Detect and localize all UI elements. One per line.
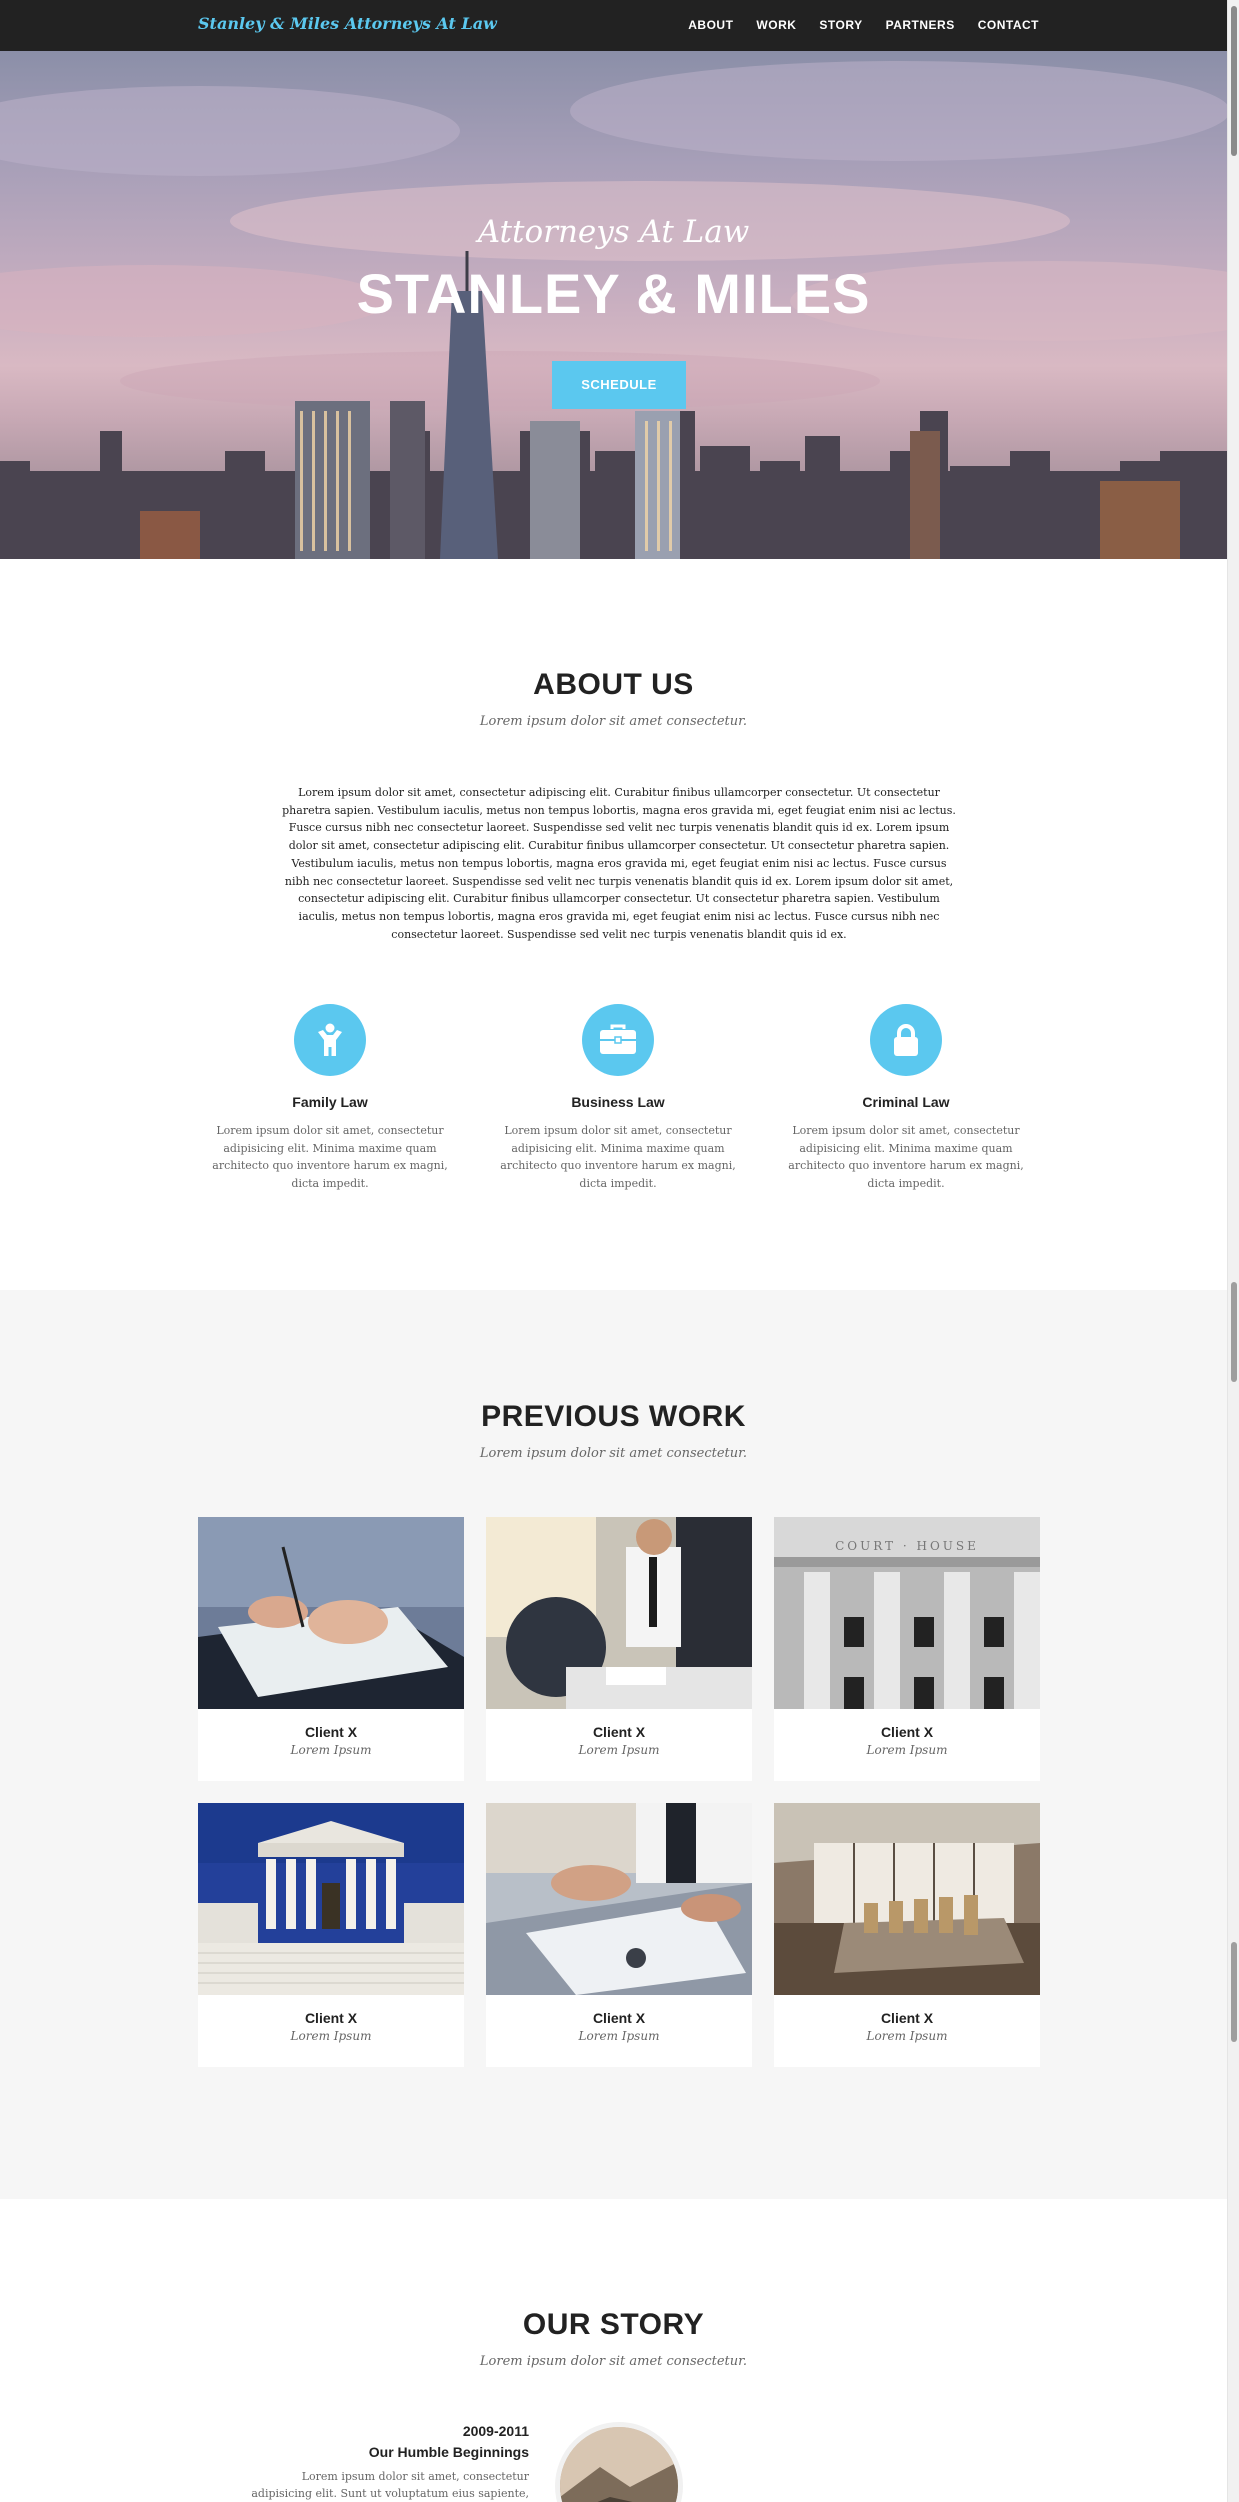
- hero-subtitle: Attorneys At Law: [477, 214, 750, 250]
- writing-hands-image: [486, 1803, 752, 1995]
- businessman-desk-image: [486, 1517, 752, 1709]
- story-subtitle: Lorem ipsum dolor sit amet consectetur.: [479, 2354, 748, 2369]
- service-business-law: Business Law Lorem ipsum dolor sit amet,…: [488, 1004, 748, 1192]
- card-subtitle: Lorem Ipsum: [578, 2029, 660, 2043]
- hero-title: STANLEY & MILES: [356, 262, 871, 325]
- work-card[interactable]: Client X Lorem Ipsum: [486, 1803, 752, 2067]
- scrollbar-thumb[interactable]: [1231, 6, 1237, 156]
- scrollbar-thumb-marker: [1231, 1282, 1237, 1382]
- nav-menu: ABOUT WORK STORY PARTNERS CONTACT: [688, 18, 1039, 32]
- card-subtitle: Lorem Ipsum: [866, 2029, 948, 2043]
- work-title: PREVIOUS WORK: [481, 1400, 746, 1433]
- scrollbar[interactable]: [1227, 0, 1239, 2502]
- card-subtitle: Lorem Ipsum: [866, 1743, 948, 1757]
- story-title: OUR STORY: [522, 2308, 705, 2341]
- work-card[interactable]: Client X Lorem Ipsum: [198, 1803, 464, 2067]
- about-body: Lorem ipsum dolor sit amet, consectetur …: [282, 786, 956, 941]
- card-subtitle: Lorem Ipsum: [290, 2029, 372, 2043]
- supreme-court-image: [198, 1803, 464, 1995]
- card-title: Client X: [880, 2010, 934, 2026]
- card-title: Client X: [304, 2010, 358, 2026]
- work-card[interactable]: COURT · HOUSE Client X Lorem Ipsum: [774, 1517, 1040, 1781]
- service-criminal-law: Criminal Law Lorem ipsum dolor sit amet,…: [776, 1004, 1036, 1192]
- service-text: Lorem ipsum dolor sit amet, consectetur …: [212, 1124, 448, 1190]
- service-family-law: Family Law Lorem ipsum dolor sit amet, c…: [200, 1004, 460, 1192]
- card-title: Client X: [592, 1724, 646, 1740]
- service-text: Lorem ipsum dolor sit amet, consectetur …: [788, 1124, 1024, 1190]
- child-icon: [294, 1004, 366, 1076]
- nav-item-about[interactable]: ABOUT: [688, 18, 733, 32]
- nav-item-contact[interactable]: CONTACT: [978, 18, 1039, 32]
- service-title: Family Law: [292, 1094, 368, 1110]
- service-text: Lorem ipsum dolor sit amet, consectetur …: [500, 1124, 736, 1190]
- service-title: Business Law: [571, 1094, 665, 1110]
- timeline-image: [555, 2422, 683, 2502]
- card-subtitle: Lorem Ipsum: [290, 1743, 372, 1757]
- timeline-year: 2009-2011: [462, 2423, 529, 2439]
- about-title: ABOUT US: [533, 668, 694, 701]
- card-title: Client X: [304, 1724, 358, 1740]
- lock-icon: [870, 1004, 942, 1076]
- card-subtitle: Lorem Ipsum: [578, 1743, 660, 1757]
- nav-item-story[interactable]: STORY: [819, 18, 862, 32]
- work-card[interactable]: Client X Lorem Ipsum: [198, 1517, 464, 1781]
- card-title: Client X: [880, 1724, 934, 1740]
- courthouse-columns-image: COURT · HOUSE: [774, 1517, 1040, 1709]
- hero-section: Attorneys At Law STANLEY & MILES SCHEDUL…: [0, 51, 1227, 559]
- svg-text:COURT · HOUSE: COURT · HOUSE: [835, 1539, 979, 1553]
- work-card[interactable]: Client X Lorem Ipsum: [486, 1517, 752, 1781]
- card-title: Client X: [592, 2010, 646, 2026]
- timeline-heading: Our Humble Beginnings: [368, 2444, 529, 2460]
- service-title: Criminal Law: [862, 1094, 950, 1110]
- timeline-text: Lorem ipsum dolor sit amet, consectetur …: [251, 2470, 529, 2500]
- briefcase-icon: [582, 1004, 654, 1076]
- about-subtitle: Lorem ipsum dolor sit amet consectetur.: [479, 714, 748, 729]
- work-subtitle: Lorem ipsum dolor sit amet consectetur.: [479, 1446, 748, 1461]
- signing-document-image: [198, 1517, 464, 1709]
- schedule-button[interactable]: SCHEDULE: [552, 361, 686, 409]
- work-card[interactable]: Client X Lorem Ipsum: [774, 1803, 1040, 2067]
- nav-item-work[interactable]: WORK: [756, 18, 796, 32]
- navbar: Stanley & Miles Attorneys At Law ABOUT W…: [0, 0, 1227, 51]
- brand-logo[interactable]: Stanley & Miles Attorneys At Law: [198, 14, 497, 33]
- nav-item-partners[interactable]: PARTNERS: [886, 18, 955, 32]
- conference-room-image: [774, 1803, 1040, 1995]
- scrollbar-thumb-marker: [1231, 1942, 1237, 2042]
